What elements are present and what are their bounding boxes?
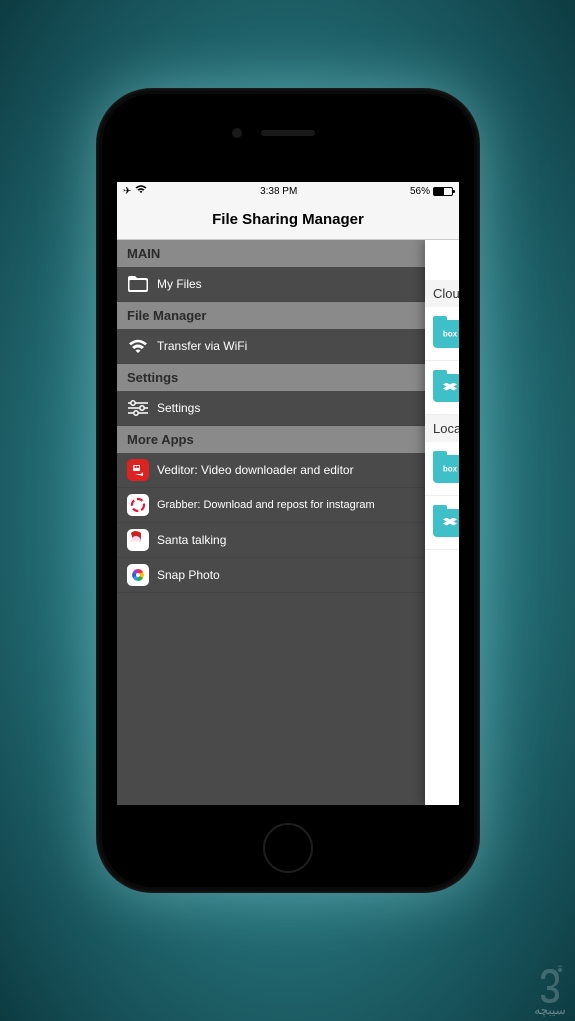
phone-camera [232, 128, 242, 138]
menu-label: Santa talking [157, 533, 226, 547]
menu-item-my-files[interactable]: My Files [117, 267, 425, 302]
dropbox-folder-icon [433, 509, 459, 537]
home-button[interactable] [263, 823, 313, 873]
menu-label: Snap Photo [157, 568, 220, 582]
box-folder-icon [433, 320, 459, 348]
phone-speaker [261, 130, 315, 136]
panel-section-local: Loca [425, 415, 459, 442]
menu-label: Veditor: Video downloader and editor [157, 463, 354, 477]
menu-item-grabber[interactable]: Grabber: Download and repost for instagr… [117, 488, 425, 523]
content-area: MAIN My Files File Manager Transfer via … [117, 240, 459, 805]
box-folder-icon [433, 455, 459, 483]
menu-item-transfer-wifi[interactable]: Transfer via WiFi [117, 329, 425, 364]
status-time: 3:38 PM [260, 186, 297, 197]
watermark-logo: سیبچه [531, 965, 569, 1017]
screen: ✈ 3:38 PM 56% File Sharing Manager MAIN [117, 182, 459, 805]
section-main: MAIN [117, 240, 425, 267]
main-panel[interactable]: Clou Loca [425, 240, 459, 805]
folder-row-dropbox-local[interactable] [425, 496, 459, 550]
sliders-icon [127, 397, 149, 419]
menu-label: My Files [157, 277, 202, 291]
menu-item-settings[interactable]: Settings [117, 391, 425, 426]
menu-label: Settings [157, 401, 200, 415]
veditor-app-icon [127, 459, 149, 481]
folder-row-dropbox[interactable] [425, 361, 459, 415]
battery-icon [433, 187, 453, 196]
airplane-icon: ✈ [123, 186, 131, 197]
nav-bar: File Sharing Manager [117, 200, 459, 240]
wifi-icon [135, 185, 147, 197]
status-bar: ✈ 3:38 PM 56% [117, 182, 459, 200]
menu-item-santa[interactable]: Santa talking [117, 523, 425, 558]
wifi-icon [127, 335, 149, 357]
main-panel-header [425, 240, 459, 280]
menu-label: Grabber: Download and repost for instagr… [157, 499, 375, 511]
grabber-app-icon [127, 494, 149, 516]
section-more-apps: More Apps [117, 426, 425, 453]
menu-item-snap[interactable]: Snap Photo [117, 558, 425, 593]
menu-item-veditor[interactable]: Veditor: Video downloader and editor [117, 453, 425, 488]
folder-row-box-local[interactable] [425, 442, 459, 496]
phone-frame: ✈ 3:38 PM 56% File Sharing Manager MAIN [96, 88, 480, 893]
battery-pct: 56% [410, 186, 430, 197]
santa-app-icon [127, 529, 149, 551]
panel-section-cloud: Clou [425, 280, 459, 307]
dropbox-folder-icon [433, 374, 459, 402]
folder-icon [127, 273, 149, 295]
menu-label: Transfer via WiFi [157, 339, 247, 353]
folder-row-box[interactable] [425, 307, 459, 361]
phone-inner: ✈ 3:38 PM 56% File Sharing Manager MAIN [102, 94, 474, 887]
side-menu: MAIN My Files File Manager Transfer via … [117, 240, 425, 805]
section-file-manager: File Manager [117, 302, 425, 329]
page-title: File Sharing Manager [212, 211, 364, 228]
section-settings: Settings [117, 364, 425, 391]
snap-app-icon [127, 564, 149, 586]
